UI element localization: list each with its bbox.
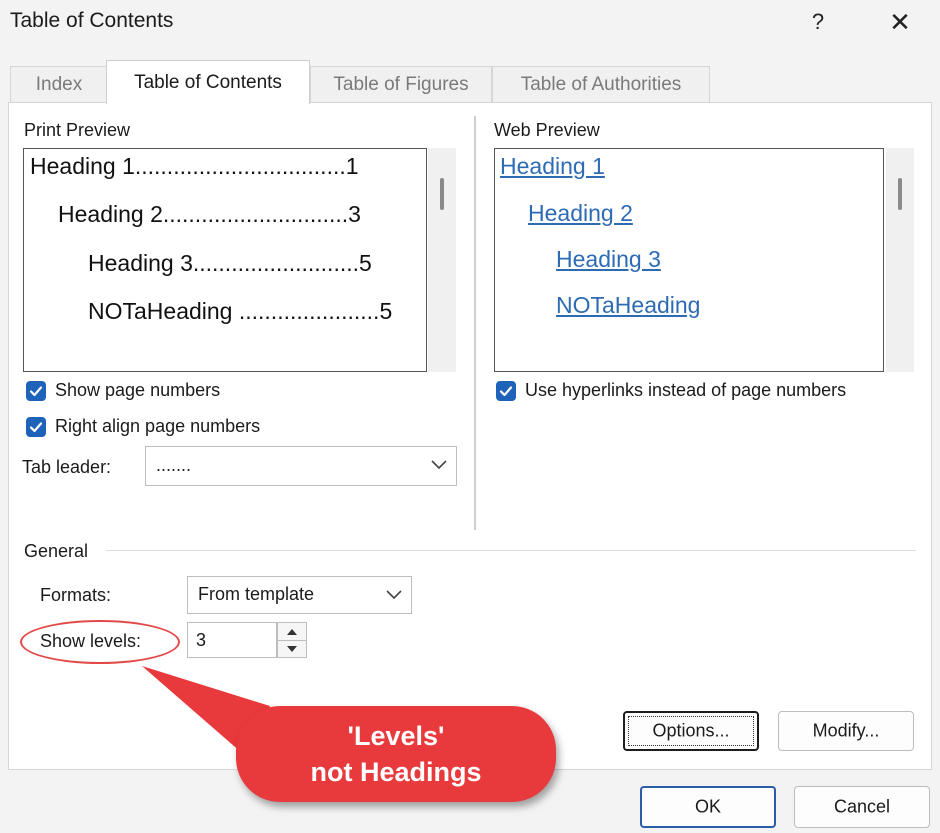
callout-line-1: 'Levels': [347, 721, 445, 751]
tab-table-of-contents[interactable]: Table of Contents: [106, 60, 310, 104]
print-preview-label: Print Preview: [24, 120, 131, 140]
web-preview-label: Web Preview: [494, 120, 600, 140]
cancel-button[interactable]: Cancel: [794, 786, 930, 828]
tab-leader-select[interactable]: .......: [145, 446, 457, 486]
arrow-up-icon[interactable]: [285, 627, 299, 637]
callout-highlight-ellipse: [20, 620, 180, 664]
modify-button-label: Modify...: [812, 720, 880, 741]
close-button[interactable]: ✕: [880, 4, 920, 40]
column-divider: [474, 116, 476, 530]
print-preview-line: Heading 1...............................…: [30, 153, 359, 179]
modify-button[interactable]: Modify...: [778, 711, 914, 751]
checkmark-icon: [29, 422, 43, 433]
help-button[interactable]: ?: [800, 4, 836, 40]
print-preview-scroll-thumb[interactable]: [440, 178, 444, 210]
ok-button[interactable]: OK: [640, 786, 776, 828]
tab-table-of-contents-label: Table of Contents: [134, 72, 282, 93]
tab-leader-value: .......: [156, 455, 192, 475]
web-preview-link[interactable]: Heading 2: [528, 200, 633, 227]
print-preview-line: NOTaHeading ......................5: [88, 298, 393, 324]
formats-label: Formats:: [40, 585, 112, 605]
use-hyperlinks-checkbox[interactable]: [496, 381, 516, 401]
web-preview-link[interactable]: NOTaHeading: [556, 292, 700, 319]
formats-value: From template: [198, 584, 315, 604]
callout-line-2: not Headings: [310, 757, 482, 787]
options-button[interactable]: Options...: [623, 711, 759, 751]
options-button-label: Options...: [652, 720, 730, 741]
dialog-title: Table of Contents: [10, 9, 174, 32]
right-align-checkbox[interactable]: [26, 417, 46, 437]
general-divider: [106, 550, 916, 551]
formats-select[interactable]: From template: [187, 576, 412, 614]
chevron-down-icon: [431, 460, 447, 470]
web-preview-link[interactable]: Heading 1: [500, 153, 605, 180]
show-levels-stepper[interactable]: [277, 622, 307, 658]
stepper-divider: [278, 640, 306, 641]
chevron-down-icon: [386, 590, 402, 600]
show-levels-value: 3: [196, 630, 207, 650]
ok-button-label: OK: [694, 796, 721, 817]
web-preview-link[interactable]: Heading 3: [556, 246, 661, 273]
show-page-numbers-checkbox[interactable]: [26, 381, 46, 401]
web-preview-box: [494, 148, 884, 372]
tab-leader-label: Tab leader:: [22, 457, 112, 477]
tab-index[interactable]: Index: [10, 66, 108, 102]
cancel-button-label: Cancel: [833, 796, 891, 817]
callout-text: 'Levels' not Headings: [236, 718, 556, 790]
web-preview-scroll-thumb[interactable]: [898, 178, 902, 210]
print-preview-line: Heading 2.............................3: [58, 201, 361, 227]
checkmark-icon: [499, 386, 513, 397]
show-levels-input[interactable]: 3: [187, 622, 277, 658]
right-align-label[interactable]: Right align page numbers: [55, 416, 260, 437]
print-preview-line: Heading 3..........................5: [88, 250, 372, 276]
arrow-down-icon[interactable]: [285, 644, 299, 654]
checkmark-icon: [29, 386, 43, 397]
general-section-label: General: [24, 541, 89, 561]
tab-table-of-authorities[interactable]: Table of Authorities: [492, 66, 710, 102]
show-page-numbers-label[interactable]: Show page numbers: [55, 380, 220, 401]
tab-table-of-figures[interactable]: Table of Figures: [310, 66, 492, 102]
use-hyperlinks-label[interactable]: Use hyperlinks instead of page numbers: [525, 380, 846, 401]
